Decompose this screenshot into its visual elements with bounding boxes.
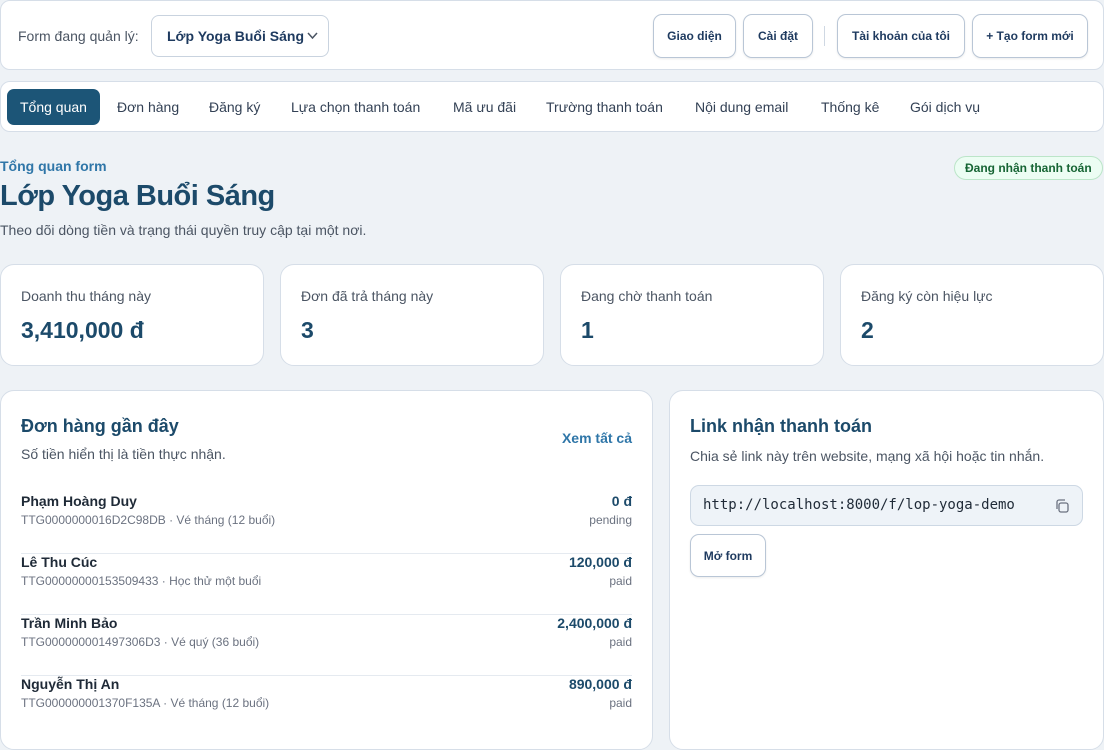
stat-label: Đăng ký còn hiệu lực — [861, 288, 993, 304]
open-form-button[interactable]: Mở form — [690, 534, 766, 577]
payment-link-field[interactable]: http://localhost:8000/f/lop-yoga-demo — [690, 485, 1083, 526]
stat-value: 2 — [861, 317, 874, 343]
top-bar: Form đang quản lý: Lớp Yoga Buổi Sáng Gi… — [0, 0, 1104, 70]
order-status: pending — [589, 513, 632, 527]
theme-button[interactable]: Giao diện — [653, 14, 736, 58]
tab-overview[interactable]: Tổng quan — [7, 89, 100, 125]
stat-card-active-subscriptions: Đăng ký còn hiệu lực 2 — [840, 264, 1104, 366]
stat-card-revenue: Doanh thu tháng này 3,410,000 đ — [0, 264, 264, 366]
tab-email-content[interactable]: Nội dung email — [695, 89, 788, 125]
order-meta: TTG000000001370F135A · Vé tháng (12 buổi… — [21, 696, 270, 710]
order-row[interactable]: Trần Minh Bảo TTG000000001497306D3 · Vé … — [21, 615, 632, 676]
stat-card-paid-orders: Đơn đã trả tháng này 3 — [280, 264, 544, 366]
order-customer-name: Phạm Hoàng Duy — [21, 493, 137, 509]
payment-link-url: http://localhost:8000/f/lop-yoga-demo — [703, 497, 1015, 513]
create-form-button[interactable]: + Tạo form mới — [972, 14, 1088, 58]
chevron-down-icon — [307, 16, 318, 73]
order-amount: 890,000 đ — [568, 676, 632, 692]
tab-checkout-fields[interactable]: Trường thanh toán — [546, 89, 663, 125]
order-meta: TTG000000001497306D3 · Vé quý (36 buổi) — [21, 635, 260, 649]
stat-value: 3 — [301, 317, 314, 343]
recent-orders-panel: Đơn hàng gần đây Số tiền hiển thị là tiề… — [0, 390, 653, 750]
tab-coupons[interactable]: Mã ưu đãi — [453, 89, 516, 125]
form-select[interactable]: Lớp Yoga Buổi Sáng — [151, 15, 329, 57]
order-amount: 0 đ — [611, 493, 632, 509]
stat-label: Doanh thu tháng này — [21, 288, 151, 304]
order-meta: TTG0000000016D2C98DB · Vé tháng (12 buổi… — [21, 513, 276, 527]
page-subtitle: Theo dõi dòng tiền và trạng thái quyền t… — [0, 222, 367, 238]
panel-subtitle: Số tiền hiển thị là tiền thực nhận. — [21, 446, 226, 462]
form-select-label: Form đang quản lý: — [18, 28, 139, 44]
order-row[interactable]: Phạm Hoàng Duy TTG0000000016D2C98DB · Vé… — [21, 493, 632, 554]
stat-value: 1 — [581, 317, 594, 343]
see-all-link[interactable]: Xem tất cả — [562, 430, 632, 446]
stat-label: Đang chờ thanh toán — [581, 288, 713, 304]
payment-link-panel: Link nhận thanh toán Chia sẻ link này tr… — [669, 390, 1104, 750]
stat-label: Đơn đã trả tháng này — [301, 288, 434, 304]
order-meta: TTG00000000153509433 · Học thử một buổi — [21, 574, 262, 588]
order-customer-name: Nguyễn Thị An — [21, 676, 120, 692]
order-row[interactable]: Lê Thu Cúc TTG00000000153509433 · Học th… — [21, 554, 632, 615]
order-amount: 120,000 đ — [568, 554, 632, 570]
stat-card-pending: Đang chờ thanh toán 1 — [560, 264, 824, 366]
order-status: paid — [609, 574, 632, 588]
tab-orders[interactable]: Đơn hàng — [117, 89, 179, 125]
copy-icon[interactable] — [1054, 498, 1070, 514]
order-customer-name: Lê Thu Cúc — [21, 554, 98, 570]
order-status: paid — [609, 696, 632, 710]
panel-title: Link nhận thanh toán — [690, 416, 872, 436]
order-row[interactable]: Nguyễn Thị An TTG000000001370F135A · Vé … — [21, 676, 632, 737]
divider — [824, 26, 825, 46]
panel-subtitle: Chia sẻ link này trên website, mạng xã h… — [690, 448, 1045, 464]
page-eyebrow: Tổng quan form — [0, 158, 107, 174]
tab-statistics[interactable]: Thống kê — [821, 89, 879, 125]
form-select-value: Lớp Yoga Buổi Sáng — [167, 28, 304, 44]
settings-button[interactable]: Cài đặt — [743, 14, 813, 58]
tab-subscriptions[interactable]: Đăng ký — [209, 89, 260, 125]
my-account-button[interactable]: Tài khoản của tôi — [837, 14, 965, 58]
tab-plans[interactable]: Gói dịch vụ — [910, 89, 980, 125]
tab-payment-options[interactable]: Lựa chọn thanh toán — [291, 89, 420, 125]
status-badge: Đang nhận thanh toán — [954, 156, 1103, 180]
nav-tabs: Tổng quan Đơn hàng Đăng ký Lựa chọn than… — [0, 81, 1104, 132]
stat-value: 3,410,000 đ — [21, 317, 144, 343]
panel-title: Đơn hàng gần đây — [21, 416, 179, 436]
order-customer-name: Trần Minh Bảo — [21, 615, 118, 631]
order-status: paid — [609, 635, 632, 649]
order-amount: 2,400,000 đ — [557, 615, 632, 631]
page-title: Lớp Yoga Buổi Sáng — [0, 180, 275, 212]
